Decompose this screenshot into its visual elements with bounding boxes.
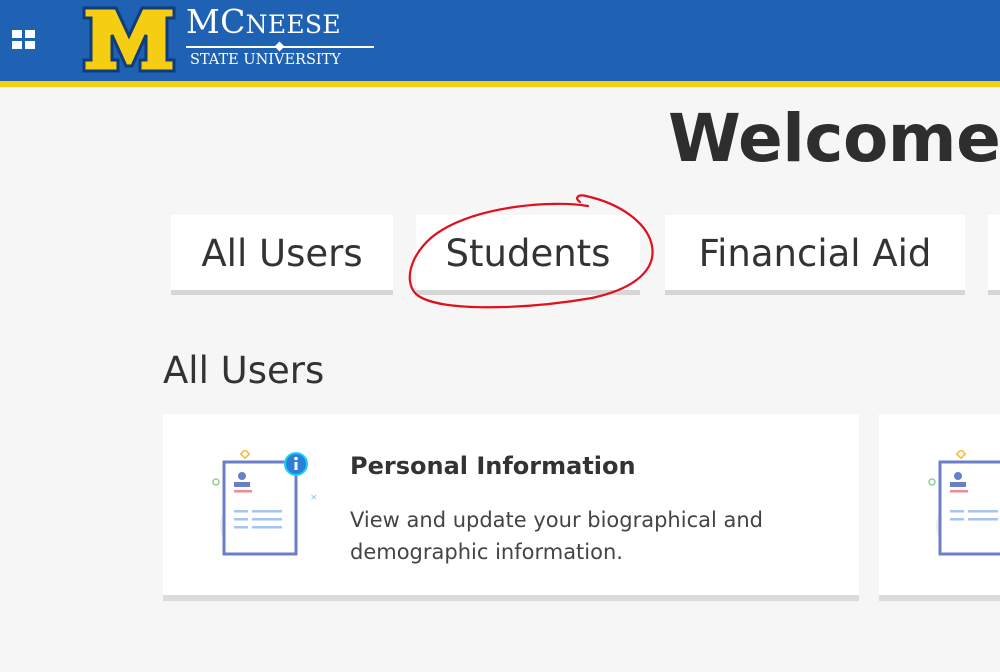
card-description: View and update your biographical and de… [350, 508, 764, 564]
tab-financial-aid[interactable]: Financial Aid [665, 215, 965, 295]
university-logo[interactable]: MCNEESE STATE UNIVERSITY [80, 2, 385, 76]
svg-text:×: × [310, 493, 318, 503]
tab-label: Students [445, 232, 611, 275]
tab-students[interactable]: Students [416, 215, 640, 295]
logo-wordmark-rest: NEESE [245, 10, 341, 39]
tab-next[interactable] [988, 215, 1000, 295]
profile-document-icon: × [212, 450, 318, 556]
tab-label: All Users [201, 232, 363, 275]
logo-subtitle: STATE UNIVERSITY [190, 52, 341, 68]
m-logo-icon [82, 6, 176, 73]
card-next[interactable] [879, 414, 1000, 601]
tab-label: Financial Aid [698, 232, 932, 275]
profile-document-icon [928, 450, 1000, 556]
logo-wordmark: MCNEESE [186, 2, 341, 41]
logo-wordmark-initial: MC [186, 2, 246, 41]
card-title: Personal Information [350, 452, 636, 480]
card-personal-information[interactable]: × Personal Information View and update y… [163, 414, 859, 601]
app-grid-icon[interactable] [12, 30, 36, 50]
tab-all-users[interactable]: All Users [171, 215, 393, 295]
header-accent-stripe [0, 81, 1000, 87]
section-title: All Users [163, 349, 325, 392]
logo-diamond-icon [274, 41, 285, 52]
page-title: Welcome [668, 100, 1000, 177]
